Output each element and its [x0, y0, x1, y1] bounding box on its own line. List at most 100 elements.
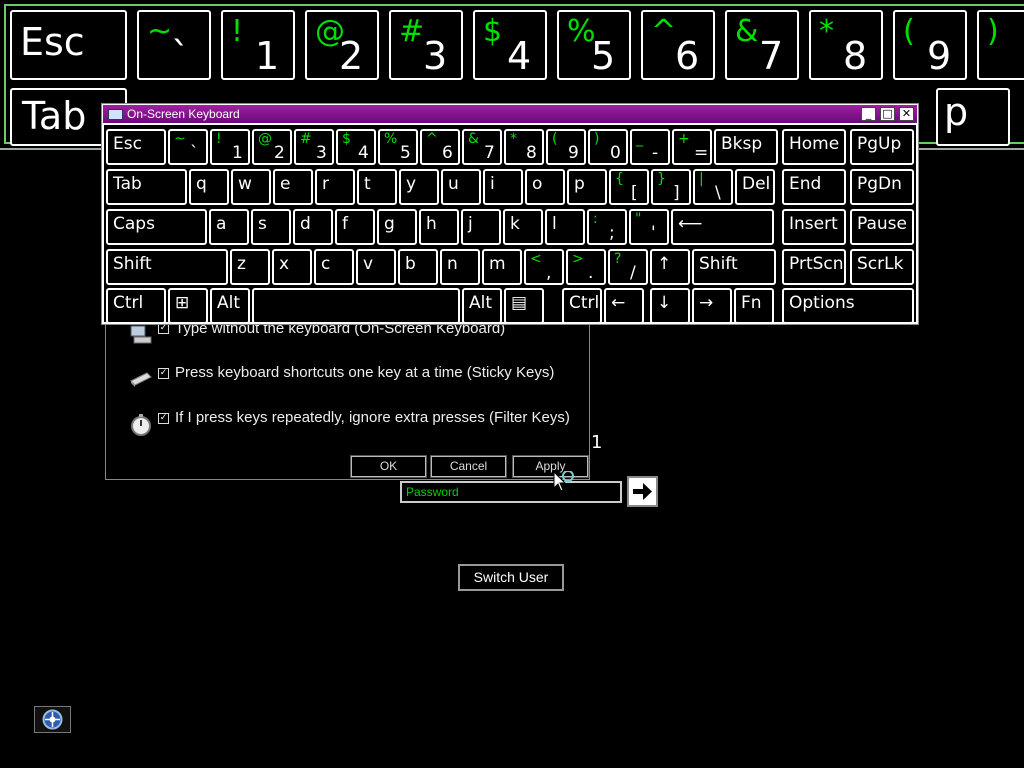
key-e[interactable]: e [273, 169, 313, 205]
key-y[interactable]: y [399, 169, 439, 205]
password-field[interactable]: Password [400, 481, 622, 503]
key-windows[interactable]: ⊞ [168, 288, 208, 324]
key-shift[interactable]: Shift [106, 249, 228, 285]
key-tab[interactable]: Tab [106, 169, 187, 205]
key-3[interactable]: #3 [294, 129, 334, 165]
key-right[interactable]: → [692, 288, 732, 324]
key-period[interactable]: >. [566, 249, 606, 285]
key-z[interactable]: z [230, 249, 270, 285]
option-filter-checkbox[interactable]: ✓ [158, 413, 169, 424]
ok-button[interactable]: OK [350, 455, 427, 478]
key-pgup[interactable]: PgUp [850, 129, 914, 165]
key-quote[interactable]: " ' [629, 209, 669, 245]
ease-of-access-button[interactable] [34, 706, 71, 733]
key-home[interactable]: Home [782, 129, 846, 165]
key-j[interactable]: j [461, 209, 501, 245]
key-prtscn[interactable]: PrtScn [782, 249, 846, 285]
key-space[interactable] [252, 288, 460, 324]
key-p[interactable]: p [567, 169, 607, 205]
submit-button[interactable] [627, 476, 658, 507]
key-backtick[interactable]: ~ ` [137, 10, 211, 80]
key-s[interactable]: s [251, 209, 291, 245]
key-semicolon[interactable]: :; [587, 209, 627, 245]
key-rbracket[interactable]: }] [651, 169, 691, 205]
key-v[interactable]: v [356, 249, 396, 285]
key-del[interactable]: Del [735, 169, 775, 205]
key-d[interactable]: d [293, 209, 333, 245]
key-c[interactable]: c [314, 249, 354, 285]
key-5[interactable]: % 5 [378, 129, 418, 165]
key-pause[interactable]: Pause [850, 209, 914, 245]
key-shift[interactable]: Shift [692, 249, 776, 285]
key-n[interactable]: n [440, 249, 480, 285]
key-scrlk[interactable]: ScrLk [850, 249, 914, 285]
minimize-button[interactable]: _ [861, 107, 876, 121]
key-0[interactable]: ) 0 [588, 129, 628, 165]
key--[interactable]: ) [977, 10, 1024, 80]
key-caps[interactable]: Caps [106, 209, 207, 245]
key-3[interactable]: #3 [389, 10, 463, 80]
key-fn[interactable]: Fn [734, 288, 774, 324]
key-u[interactable]: u [441, 169, 481, 205]
key-lbracket[interactable]: {[ [609, 169, 649, 205]
key-9[interactable]: (9 [893, 10, 967, 80]
key-alt[interactable]: Alt [462, 288, 502, 324]
key-r[interactable]: r [315, 169, 355, 205]
key-backtick[interactable]: ~ ` [168, 129, 208, 165]
key-6[interactable]: ^ 6 [641, 10, 715, 80]
key-bksp[interactable]: Bksp [714, 129, 778, 165]
key-6[interactable]: ^ 6 [420, 129, 460, 165]
key-insert[interactable]: Insert [782, 209, 846, 245]
cancel-button[interactable]: Cancel [430, 455, 507, 478]
key-menu[interactable]: ▤ [504, 288, 544, 324]
key-end[interactable]: End [782, 169, 846, 205]
key-m[interactable]: m [482, 249, 522, 285]
key-l[interactable]: l [545, 209, 585, 245]
key-alt[interactable]: Alt [210, 288, 250, 324]
key-comma[interactable]: <, [524, 249, 564, 285]
key-enter[interactable]: ⟵ [671, 209, 774, 245]
key-minus[interactable]: _ - [630, 129, 670, 165]
key-q[interactable]: q [189, 169, 229, 205]
key-2[interactable]: @2 [252, 129, 292, 165]
key-options[interactable]: Options [782, 288, 914, 324]
key-i[interactable]: i [483, 169, 523, 205]
key-o[interactable]: o [525, 169, 565, 205]
key-ctrl[interactable]: Ctrl [562, 288, 602, 324]
key-p[interactable]: p [936, 88, 1010, 146]
key-b[interactable]: b [398, 249, 438, 285]
key-f[interactable]: f [335, 209, 375, 245]
key-7[interactable]: & 7 [725, 10, 799, 80]
key-4[interactable]: $4 [473, 10, 547, 80]
key-up[interactable]: ↑ [650, 249, 690, 285]
key-a[interactable]: a [209, 209, 249, 245]
key-2[interactable]: @2 [305, 10, 379, 80]
key-h[interactable]: h [419, 209, 459, 245]
option-sticky-checkbox[interactable]: ✓ [158, 368, 169, 379]
key-down[interactable]: ↓ [650, 288, 690, 324]
key-k[interactable]: k [503, 209, 543, 245]
key-left[interactable]: ← [604, 288, 644, 324]
key-1[interactable]: ! 1 [221, 10, 295, 80]
key-1[interactable]: ! 1 [210, 129, 250, 165]
key-equals[interactable]: + = [672, 129, 712, 165]
key-slash[interactable]: ? / [608, 249, 648, 285]
key-esc[interactable]: Esc [106, 129, 166, 165]
key-t[interactable]: t [357, 169, 397, 205]
key-w[interactable]: w [231, 169, 271, 205]
osk-titlebar[interactable]: On-Screen Keyboard _ □ ✕ [103, 105, 917, 123]
key-8[interactable]: * 8 [504, 129, 544, 165]
maximize-button[interactable]: □ [880, 107, 895, 121]
key-4[interactable]: $4 [336, 129, 376, 165]
key-ctrl[interactable]: Ctrl [106, 288, 166, 324]
key-esc[interactable]: Esc [10, 10, 127, 80]
key-8[interactable]: * 8 [809, 10, 883, 80]
close-button[interactable]: ✕ [899, 107, 914, 121]
key-pgdn[interactable]: PgDn [850, 169, 914, 205]
key-5[interactable]: % 5 [557, 10, 631, 80]
key-7[interactable]: & 7 [462, 129, 502, 165]
key-9[interactable]: (9 [546, 129, 586, 165]
key-x[interactable]: x [272, 249, 312, 285]
key-g[interactable]: g [377, 209, 417, 245]
key-backslash[interactable]: | \ [693, 169, 733, 205]
